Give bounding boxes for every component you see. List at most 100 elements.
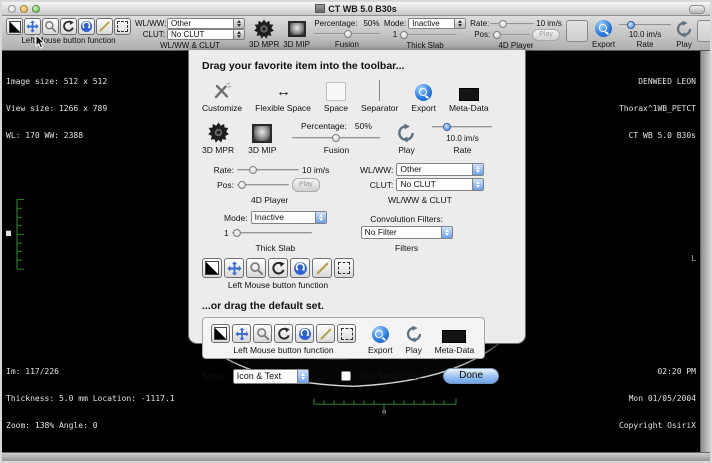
- zoom-tool-button[interactable]: [253, 324, 272, 343]
- palette-item-filters[interactable]: Convolution Filters: No Filter Filters: [361, 214, 453, 253]
- 4d-rate-slider[interactable]: [490, 19, 534, 29]
- play-refresh-icon[interactable]: [675, 20, 693, 38]
- roi-dashed-rect-icon: [338, 262, 350, 274]
- mode-label: Mode:: [384, 19, 406, 28]
- popup-arrows-icon: [472, 164, 483, 175]
- clut-popup[interactable]: No CLUT: [396, 178, 484, 191]
- stack-scroll-button[interactable]: [78, 18, 95, 35]
- palette-item-separator[interactable]: Separator: [361, 80, 398, 113]
- toolbar-wlww-group: WL/WW: Other CLUT: No CLUT WL/WW & CLUT: [135, 18, 245, 50]
- stack-scroll-button[interactable]: [290, 258, 310, 278]
- export-quicktime-icon: [372, 326, 389, 343]
- toolbar-3dmpr: 3D MPR: [249, 18, 279, 49]
- popup-arrows-icon: [454, 19, 465, 28]
- mode-popup[interactable]: Inactive: [251, 211, 327, 224]
- palette-item-wlww-clut[interactable]: WL/WW: Other CLUT: No CLUT WL/WW & CLUT: [355, 163, 484, 205]
- default-set-box[interactable]: Left Mouse button function Export Play M…: [202, 317, 485, 359]
- palette-item-play[interactable]: Play: [396, 123, 416, 155]
- toolbar-thickslab-group: Mode: Inactive 1 Thick Slab: [384, 18, 466, 50]
- length-measure-button[interactable]: [316, 324, 335, 343]
- space-icon: [326, 82, 346, 101]
- mip-thumbnail-icon[interactable]: [288, 21, 306, 37]
- palette-item-3dmpr[interactable]: 3D MPR: [202, 122, 234, 155]
- rotate-button[interactable]: [60, 18, 77, 35]
- palette-item-flexible-space[interactable]: ↔ Flexible Space: [255, 83, 311, 113]
- toolbar-play: Play: [675, 18, 693, 49]
- 4d-play-button[interactable]: Play: [532, 29, 560, 41]
- toolbar-toggle-pill[interactable]: [689, 5, 705, 14]
- mode-popup[interactable]: Inactive: [408, 18, 466, 29]
- fusion-group-label: Fusion: [335, 40, 359, 49]
- palette-item-fusion[interactable]: Percentage: 50% Fusion: [290, 121, 382, 155]
- rate-value-text: 10.0 im/s: [629, 30, 661, 39]
- default-play[interactable]: Play: [405, 325, 423, 355]
- 4d-pos-slider[interactable]: [237, 180, 289, 190]
- fusion-slider[interactable]: [292, 133, 380, 143]
- palette-item-mouse-function[interactable]: Left Mouse button function: [202, 258, 354, 290]
- fusion-slider[interactable]: [314, 29, 380, 39]
- pan-move-icon: [26, 20, 39, 33]
- pan-button[interactable]: [232, 324, 251, 343]
- empty-toolbar-well: [697, 20, 710, 42]
- 4d-rate-slider[interactable]: [237, 165, 299, 175]
- toolbar-4dplayer-group: Rate: 10 im/s Pos: Play 4D Player: [470, 18, 562, 50]
- palette-item-customize[interactable]: Customize: [202, 81, 242, 113]
- zoom-tool-button[interactable]: [246, 258, 266, 278]
- overlay-top-right: DENWEED LEON Thorax^1WB_PETCT CT WB 5.0 …: [619, 59, 696, 158]
- show-popup[interactable]: Icon & Text: [233, 369, 309, 384]
- rate-slider[interactable]: [619, 20, 671, 30]
- stack-scroll-icon: [293, 261, 308, 276]
- length-measure-button[interactable]: [96, 18, 113, 35]
- roi-button[interactable]: [334, 258, 354, 278]
- rotate-button[interactable]: [274, 324, 293, 343]
- wl-popup[interactable]: Other: [396, 163, 484, 176]
- gear-3dmpr-icon: [208, 122, 229, 143]
- rate-slider[interactable]: [432, 122, 492, 132]
- roi-button[interactable]: [337, 324, 356, 343]
- stack-scroll-icon: [298, 327, 312, 341]
- done-button[interactable]: Done: [443, 368, 499, 384]
- palette-item-thickslab[interactable]: Mode: Inactive 1 Thick Slab: [224, 211, 327, 253]
- wlww-contrast-button[interactable]: [202, 258, 222, 278]
- rate-value-text: 10.0 im/s: [446, 134, 478, 143]
- mip-thumbnail-icon: [252, 124, 272, 143]
- rotate-button[interactable]: [268, 258, 288, 278]
- pan-move-icon: [227, 261, 242, 276]
- roi-button[interactable]: [114, 18, 131, 35]
- pan-button[interactable]: [224, 258, 244, 278]
- palette-item-3dmip[interactable]: 3D MIP: [248, 124, 276, 155]
- separator-icon: [379, 80, 380, 101]
- use-small-size-checkbox[interactable]: [341, 371, 351, 381]
- clut-popup[interactable]: No CLUT: [167, 29, 245, 40]
- palette-item-metadata[interactable]: Meta-Data: [449, 85, 489, 113]
- window-right-edge: [700, 50, 710, 453]
- gear-3dmpr-icon[interactable]: [254, 18, 274, 39]
- percentage-value: 50%: [363, 19, 379, 28]
- palette-item-rate[interactable]: 10.0 im/s Rate: [430, 122, 494, 155]
- slab-slider[interactable]: [399, 30, 457, 40]
- default-export[interactable]: Export: [368, 326, 393, 355]
- magnifier-icon: [249, 261, 264, 276]
- 4d-play-button[interactable]: Play: [292, 178, 320, 192]
- close-button[interactable]: [8, 5, 16, 13]
- palette-item-space[interactable]: Space: [324, 82, 348, 113]
- slab-slider[interactable]: [232, 228, 312, 238]
- zoom-button[interactable]: [32, 5, 40, 13]
- wl-popup[interactable]: Other: [167, 18, 245, 29]
- zoom-tool-button[interactable]: [42, 18, 59, 35]
- export-quicktime-icon[interactable]: [595, 20, 612, 37]
- minimize-button[interactable]: [20, 5, 28, 13]
- percentage-label: Percentage:: [301, 121, 347, 131]
- stack-scroll-button[interactable]: [295, 324, 314, 343]
- palette-item-export[interactable]: Export: [411, 84, 436, 113]
- default-mouse-function[interactable]: Left Mouse button function: [211, 324, 356, 355]
- wlww-contrast-button[interactable]: [211, 324, 230, 343]
- wlww-contrast-button[interactable]: [6, 18, 23, 35]
- default-metadata[interactable]: Meta-Data: [435, 330, 475, 355]
- pan-button[interactable]: [24, 18, 41, 35]
- palette-item-4dplayer[interactable]: Rate: 10 im/s Pos: Play 4D Player: [210, 163, 329, 205]
- length-measure-button[interactable]: [312, 258, 332, 278]
- contrast-icon: [214, 327, 227, 340]
- filters-popup[interactable]: No Filter: [361, 226, 453, 239]
- 4d-pos-slider[interactable]: [492, 30, 530, 40]
